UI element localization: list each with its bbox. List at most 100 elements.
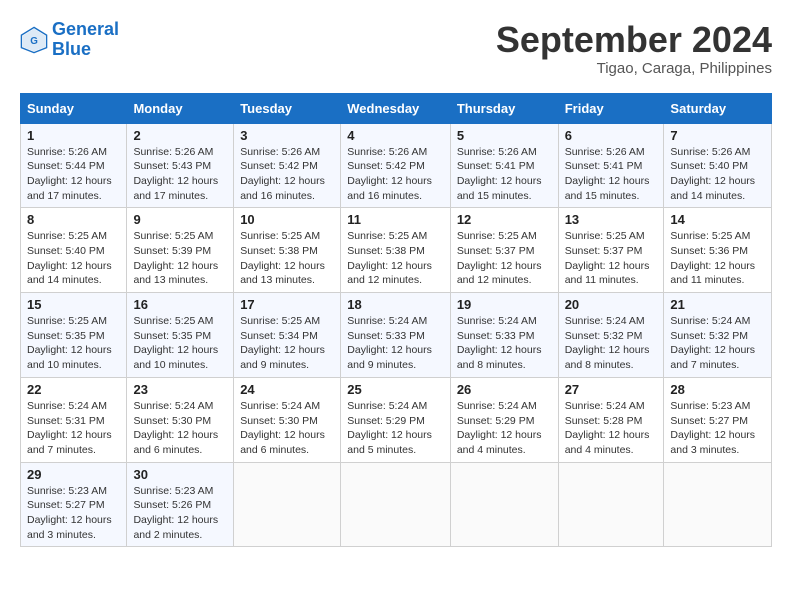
day-info: Sunrise: 5:24 AMSunset: 5:30 PMDaylight:… bbox=[240, 400, 325, 456]
day-number: 12 bbox=[457, 212, 552, 227]
day-number: 10 bbox=[240, 212, 334, 227]
day-info: Sunrise: 5:24 AMSunset: 5:29 PMDaylight:… bbox=[347, 400, 432, 456]
day-info: Sunrise: 5:25 AMSunset: 5:36 PMDaylight:… bbox=[670, 230, 755, 286]
location: Tigao, Caraga, Philippines bbox=[496, 60, 772, 77]
week-row-4: 22 Sunrise: 5:24 AMSunset: 5:31 PMDayligh… bbox=[21, 377, 772, 462]
day-info: Sunrise: 5:23 AMSunset: 5:26 PMDaylight:… bbox=[133, 485, 218, 541]
week-row-2: 8Sunrise: 5:25 AMSunset: 5:40 PMDaylight… bbox=[21, 208, 772, 293]
col-thursday: Thursday bbox=[450, 93, 558, 123]
day-cell: 29 Sunrise: 5:23 AMSunset: 5:27 PMDayligh… bbox=[21, 462, 127, 547]
day-number: 25 bbox=[347, 382, 444, 397]
day-cell: 1 Sunrise: 5:26 AMSunset: 5:44 PMDaylight… bbox=[21, 123, 127, 208]
logo-blue: Blue bbox=[52, 39, 91, 59]
day-info: Sunrise: 5:26 AMSunset: 5:42 PMDaylight:… bbox=[240, 146, 325, 202]
day-info: Sunrise: 5:24 AMSunset: 5:31 PMDaylight:… bbox=[27, 400, 112, 456]
day-cell: 20 Sunrise: 5:24 AMSunset: 5:32 PMDayligh… bbox=[558, 293, 664, 378]
week-row-1: 1 Sunrise: 5:26 AMSunset: 5:44 PMDaylight… bbox=[21, 123, 772, 208]
day-number: 19 bbox=[457, 297, 552, 312]
day-info: Sunrise: 5:25 AMSunset: 5:34 PMDaylight:… bbox=[240, 315, 325, 371]
day-cell: 21 Sunrise: 5:24 AMSunset: 5:32 PMDayligh… bbox=[664, 293, 772, 378]
day-cell bbox=[341, 462, 451, 547]
day-cell: 25 Sunrise: 5:24 AMSunset: 5:29 PMDayligh… bbox=[341, 377, 451, 462]
month-title: September 2024 bbox=[496, 20, 772, 60]
logo-icon: G bbox=[20, 26, 48, 54]
day-number: 30 bbox=[133, 467, 227, 482]
day-cell: 13 Sunrise: 5:25 AMSunset: 5:37 PMDayligh… bbox=[558, 208, 664, 293]
day-cell: 22 Sunrise: 5:24 AMSunset: 5:31 PMDayligh… bbox=[21, 377, 127, 462]
day-cell: 19 Sunrise: 5:24 AMSunset: 5:33 PMDayligh… bbox=[450, 293, 558, 378]
day-number: 1 bbox=[27, 128, 120, 143]
day-cell bbox=[450, 462, 558, 547]
day-cell: 16Sunrise: 5:25 AMSunset: 5:35 PMDayligh… bbox=[127, 293, 234, 378]
day-number: 5 bbox=[457, 128, 552, 143]
day-number: 7 bbox=[670, 128, 765, 143]
page-header: G General Blue September 2024 Tigao, Car… bbox=[20, 20, 772, 77]
day-number: 17 bbox=[240, 297, 334, 312]
col-saturday: Saturday bbox=[664, 93, 772, 123]
day-number: 8 bbox=[27, 212, 120, 227]
day-number: 2 bbox=[133, 128, 227, 143]
day-number: 13 bbox=[565, 212, 658, 227]
day-info: Sunrise: 5:25 AMSunset: 5:35 PMDaylight:… bbox=[133, 315, 218, 371]
day-cell: 3 Sunrise: 5:26 AMSunset: 5:42 PMDaylight… bbox=[234, 123, 341, 208]
title-block: September 2024 Tigao, Caraga, Philippine… bbox=[496, 20, 772, 77]
day-cell bbox=[664, 462, 772, 547]
day-info: Sunrise: 5:25 AMSunset: 5:37 PMDaylight:… bbox=[565, 230, 650, 286]
day-info: Sunrise: 5:24 AMSunset: 5:30 PMDaylight:… bbox=[133, 400, 218, 456]
day-cell: 10 Sunrise: 5:25 AMSunset: 5:38 PMDayligh… bbox=[234, 208, 341, 293]
day-info: Sunrise: 5:24 AMSunset: 5:32 PMDaylight:… bbox=[670, 315, 755, 371]
svg-text:G: G bbox=[30, 36, 38, 47]
day-cell: 9Sunrise: 5:25 AMSunset: 5:39 PMDaylight… bbox=[127, 208, 234, 293]
logo-general: General bbox=[52, 19, 119, 39]
day-number: 11 bbox=[347, 212, 444, 227]
day-cell: 17 Sunrise: 5:25 AMSunset: 5:34 PMDayligh… bbox=[234, 293, 341, 378]
day-info: Sunrise: 5:25 AMSunset: 5:39 PMDaylight:… bbox=[133, 230, 218, 286]
col-friday: Friday bbox=[558, 93, 664, 123]
day-number: 18 bbox=[347, 297, 444, 312]
day-info: Sunrise: 5:24 AMSunset: 5:33 PMDaylight:… bbox=[457, 315, 542, 371]
day-number: 26 bbox=[457, 382, 552, 397]
day-cell: 4Sunrise: 5:26 AMSunset: 5:42 PMDaylight… bbox=[341, 123, 451, 208]
day-info: Sunrise: 5:26 AMSunset: 5:44 PMDaylight:… bbox=[27, 146, 112, 202]
day-info: Sunrise: 5:25 AMSunset: 5:35 PMDaylight:… bbox=[27, 315, 112, 371]
day-info: Sunrise: 5:23 AMSunset: 5:27 PMDaylight:… bbox=[27, 485, 112, 541]
day-number: 21 bbox=[670, 297, 765, 312]
day-info: Sunrise: 5:26 AMSunset: 5:41 PMDaylight:… bbox=[457, 146, 542, 202]
day-number: 14 bbox=[670, 212, 765, 227]
week-row-5: 29 Sunrise: 5:23 AMSunset: 5:27 PMDayligh… bbox=[21, 462, 772, 547]
col-wednesday: Wednesday bbox=[341, 93, 451, 123]
day-info: Sunrise: 5:25 AMSunset: 5:37 PMDaylight:… bbox=[457, 230, 542, 286]
day-info: Sunrise: 5:24 AMSunset: 5:29 PMDaylight:… bbox=[457, 400, 542, 456]
day-info: Sunrise: 5:24 AMSunset: 5:32 PMDaylight:… bbox=[565, 315, 650, 371]
day-cell: 23Sunrise: 5:24 AMSunset: 5:30 PMDayligh… bbox=[127, 377, 234, 462]
day-info: Sunrise: 5:26 AMSunset: 5:41 PMDaylight:… bbox=[565, 146, 650, 202]
day-number: 6 bbox=[565, 128, 658, 143]
col-tuesday: Tuesday bbox=[234, 93, 341, 123]
day-cell bbox=[234, 462, 341, 547]
day-info: Sunrise: 5:26 AMSunset: 5:40 PMDaylight:… bbox=[670, 146, 755, 202]
day-number: 28 bbox=[670, 382, 765, 397]
day-info: Sunrise: 5:24 AMSunset: 5:33 PMDaylight:… bbox=[347, 315, 432, 371]
day-info: Sunrise: 5:23 AMSunset: 5:27 PMDaylight:… bbox=[670, 400, 755, 456]
day-cell bbox=[558, 462, 664, 547]
day-cell: 8Sunrise: 5:25 AMSunset: 5:40 PMDaylight… bbox=[21, 208, 127, 293]
day-number: 24 bbox=[240, 382, 334, 397]
day-info: Sunrise: 5:25 AMSunset: 5:38 PMDaylight:… bbox=[240, 230, 325, 286]
col-monday: Monday bbox=[127, 93, 234, 123]
week-row-3: 15 Sunrise: 5:25 AMSunset: 5:35 PMDayligh… bbox=[21, 293, 772, 378]
day-cell: 6 Sunrise: 5:26 AMSunset: 5:41 PMDaylight… bbox=[558, 123, 664, 208]
day-cell: 12 Sunrise: 5:25 AMSunset: 5:37 PMDayligh… bbox=[450, 208, 558, 293]
day-cell: 24 Sunrise: 5:24 AMSunset: 5:30 PMDayligh… bbox=[234, 377, 341, 462]
day-number: 3 bbox=[240, 128, 334, 143]
day-cell: 2Sunrise: 5:26 AMSunset: 5:43 PMDaylight… bbox=[127, 123, 234, 208]
day-number: 29 bbox=[27, 467, 120, 482]
day-cell: 14 Sunrise: 5:25 AMSunset: 5:36 PMDayligh… bbox=[664, 208, 772, 293]
day-cell: 26 Sunrise: 5:24 AMSunset: 5:29 PMDayligh… bbox=[450, 377, 558, 462]
day-info: Sunrise: 5:25 AMSunset: 5:38 PMDaylight:… bbox=[347, 230, 432, 286]
header-row: Sunday Monday Tuesday Wednesday Thursday… bbox=[21, 93, 772, 123]
day-number: 20 bbox=[565, 297, 658, 312]
day-number: 15 bbox=[27, 297, 120, 312]
day-cell: 30 Sunrise: 5:23 AMSunset: 5:26 PMDayligh… bbox=[127, 462, 234, 547]
day-number: 22 bbox=[27, 382, 120, 397]
day-info: Sunrise: 5:24 AMSunset: 5:28 PMDaylight:… bbox=[565, 400, 650, 456]
